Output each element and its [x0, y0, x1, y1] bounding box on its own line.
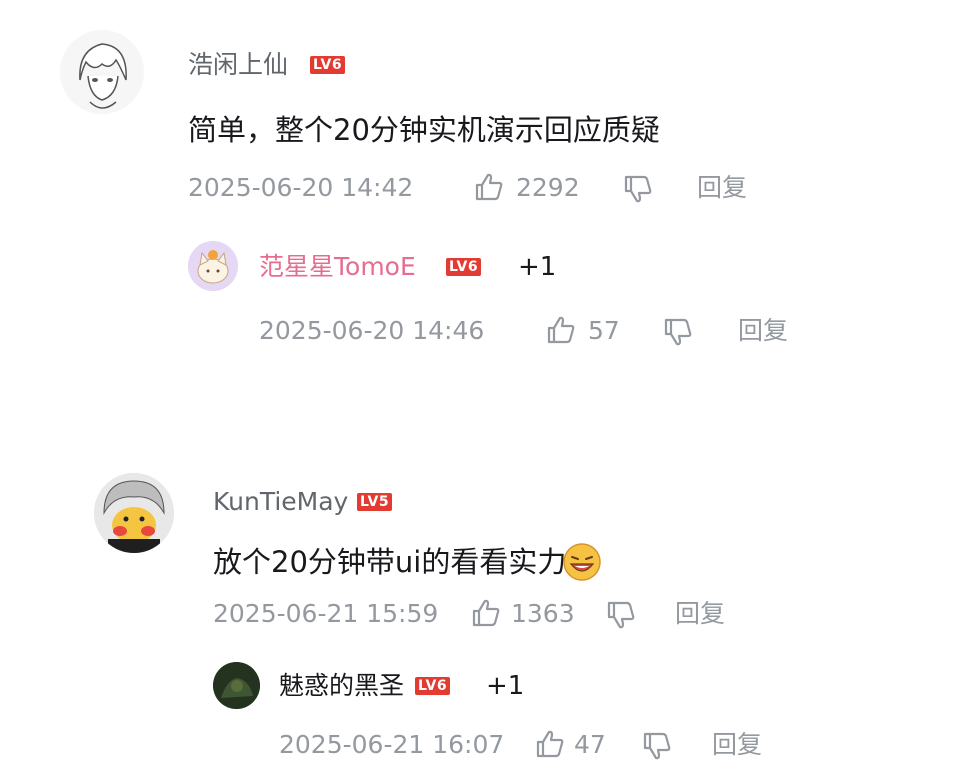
- timestamp: 2025-06-20 14:42: [188, 173, 414, 202]
- avatar[interactable]: [60, 30, 144, 114]
- level-badge: LV5: [357, 493, 393, 511]
- thumb-down-icon[interactable]: [622, 173, 654, 205]
- thumb-up-icon[interactable]: [470, 597, 502, 629]
- avatar[interactable]: [94, 473, 174, 553]
- thumb-down-icon[interactable]: [605, 599, 637, 631]
- username[interactable]: 范星星TomoE: [259, 252, 416, 282]
- avatar[interactable]: [213, 662, 260, 709]
- comment-text: 放个20分钟带ui的看看实力: [213, 545, 567, 579]
- thumb-up-icon[interactable]: [545, 314, 577, 346]
- comment-item: 浩闲上仙 LV6 简单，整个20分钟实机演示回应质疑 2025-06-20 14…: [0, 0, 960, 360]
- like-count: 57: [588, 316, 620, 345]
- comment-text: 简单，整个20分钟实机演示回应质疑: [188, 113, 660, 147]
- avatar[interactable]: [188, 241, 238, 291]
- reply-text: +1: [518, 252, 557, 282]
- reply-button[interactable]: 回复: [675, 599, 725, 629]
- reply-button[interactable]: 回复: [738, 316, 788, 346]
- like-count: 47: [574, 730, 606, 759]
- thumb-down-icon[interactable]: [662, 316, 694, 348]
- level-badge: LV6: [310, 56, 346, 74]
- username[interactable]: 浩闲上仙: [188, 50, 288, 80]
- thumb-up-icon[interactable]: [473, 171, 505, 203]
- username[interactable]: KunTieMay: [213, 487, 348, 517]
- timestamp: 2025-06-21 16:07: [279, 730, 505, 759]
- timestamp: 2025-06-20 14:46: [259, 316, 485, 345]
- thumb-up-icon[interactable]: [534, 728, 566, 760]
- username[interactable]: 魅惑的黑圣: [279, 671, 404, 701]
- level-badge: LV6: [446, 258, 482, 276]
- laugh-emoji-icon: [562, 542, 602, 582]
- reply-button[interactable]: 回复: [712, 730, 762, 760]
- like-count: 1363: [511, 599, 575, 628]
- like-count: 2292: [516, 173, 580, 202]
- timestamp: 2025-06-21 15:59: [213, 599, 439, 628]
- reply-button[interactable]: 回复: [697, 173, 747, 203]
- level-badge: LV6: [415, 677, 451, 695]
- reply-text: +1: [486, 671, 525, 701]
- comment-item: KunTieMay LV5 放个20分钟带ui的看看实力 2025-06-21 …: [0, 460, 960, 781]
- thumb-down-icon[interactable]: [641, 730, 673, 762]
